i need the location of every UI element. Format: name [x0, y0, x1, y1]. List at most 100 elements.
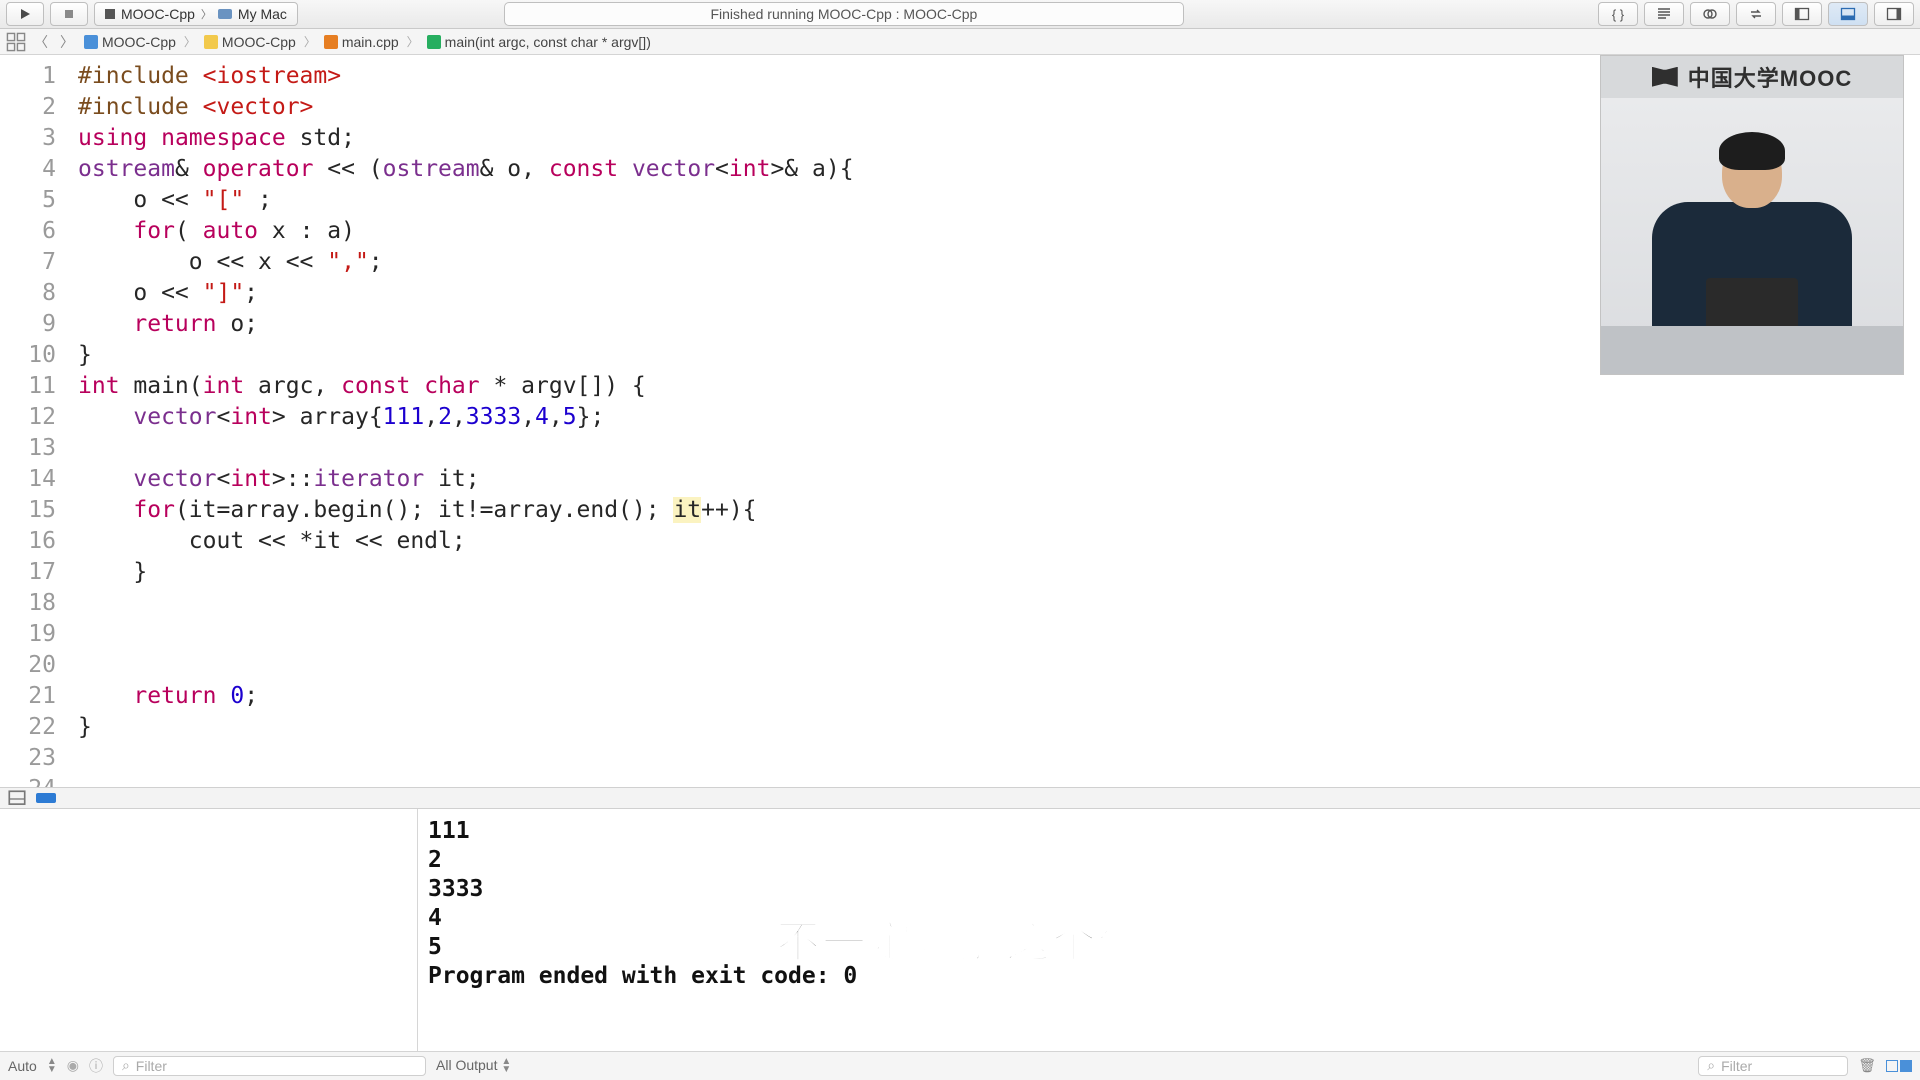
- rings-icon: [1702, 6, 1718, 22]
- debug-bar: [0, 787, 1920, 809]
- info-icon[interactable]: ⓘ: [89, 1056, 103, 1076]
- code-token: ;: [244, 280, 258, 306]
- code-token: int: [230, 404, 272, 430]
- panel-bottom-icon: [1840, 6, 1856, 22]
- code-token: ,: [452, 404, 466, 430]
- nav-back-button[interactable]: 〈: [30, 32, 52, 52]
- code-token-highlighted: it: [673, 497, 701, 523]
- crumb-folder[interactable]: MOOC-Cpp: [202, 34, 298, 50]
- crumb-symbol[interactable]: main(int argc, const char * argv[]): [425, 34, 653, 50]
- output-selector[interactable]: All Output ▲▼: [436, 1057, 511, 1074]
- code-token: "[": [203, 187, 245, 213]
- visibility-icon[interactable]: ◉: [67, 1057, 79, 1074]
- panel-right-icon: [1886, 6, 1902, 22]
- code-token: auto: [203, 218, 258, 244]
- code-token: vector: [632, 156, 715, 182]
- jump-bar: 〈 〉 MOOC-Cpp 〉 MOOC-Cpp 〉 main.cpp 〉 mai…: [0, 29, 1920, 54]
- code-token: ,: [549, 404, 563, 430]
- toggle-breakpoints-button[interactable]: [8, 791, 26, 805]
- code-token: iterator: [313, 466, 424, 492]
- lines-icon: [1656, 6, 1672, 22]
- crumb-label: MOOC-Cpp: [102, 34, 176, 50]
- code-token: ,: [424, 404, 438, 430]
- status-text: Finished running MOOC-Cpp : MOOC-Cpp: [710, 6, 977, 22]
- crumb-separator: 〉: [302, 33, 318, 50]
- stepper-icon[interactable]: ▲▼: [47, 1058, 57, 1074]
- auto-label[interactable]: Auto: [8, 1058, 37, 1074]
- chevron-right-icon: 〉: [201, 6, 212, 22]
- console-filter-input[interactable]: ⌕ Filter: [1698, 1056, 1848, 1076]
- code-token: int: [729, 156, 771, 182]
- standard-editor-button[interactable]: [1644, 2, 1684, 26]
- code-token: 3333: [466, 404, 521, 430]
- code-token: [78, 497, 133, 523]
- code-token: * argv[]) {: [480, 373, 646, 399]
- code-token: <: [715, 156, 729, 182]
- code-token: o <<: [78, 280, 203, 306]
- code-token: >& a){: [770, 156, 853, 182]
- console-output[interactable]: 111 2 3333 4 5 Program ended with exit c…: [418, 809, 1920, 1051]
- related-items-button[interactable]: [6, 33, 26, 51]
- run-button[interactable]: [6, 2, 44, 26]
- toggle-inspector-button[interactable]: [1874, 2, 1914, 26]
- mooc-logo: 中国大学MOOC: [1601, 56, 1903, 98]
- trash-icon[interactable]: 🗑: [1858, 1057, 1876, 1074]
- line-gutter: 123456789101112131415161718192021222324: [0, 55, 68, 787]
- code-token: }: [78, 714, 92, 740]
- code-token: ;: [244, 683, 258, 709]
- assistant-editor-button[interactable]: [1690, 2, 1730, 26]
- folder-icon: [204, 35, 218, 49]
- version-editor-button[interactable]: [1736, 2, 1776, 26]
- output-selector-label: All Output: [436, 1057, 497, 1073]
- code-token: #include: [78, 63, 203, 89]
- code-token: for: [133, 497, 175, 523]
- code-token: [78, 311, 133, 337]
- code-token: ,: [521, 404, 535, 430]
- code-token: >::: [272, 466, 314, 492]
- toggle-debug-button[interactable]: [1828, 2, 1868, 26]
- scheme-selector[interactable]: MOOC-Cpp 〉 My Mac: [94, 2, 298, 26]
- crumb-file[interactable]: main.cpp: [322, 34, 401, 50]
- variables-pane[interactable]: [0, 809, 418, 1051]
- code-token: 0: [230, 683, 244, 709]
- code-token: const: [549, 156, 632, 182]
- bottom-bar: Auto ▲▼ ◉ ⓘ ⌕ Filter All Output ▲▼ ⌕ Fil…: [0, 1051, 1920, 1080]
- code-token: main(: [133, 373, 202, 399]
- code-token: namespace: [161, 125, 286, 151]
- code-token: return: [133, 683, 230, 709]
- toggle-navigator-button[interactable]: [1782, 2, 1822, 26]
- editor-options-button[interactable]: { }: [1598, 2, 1638, 26]
- code-token: ;: [369, 249, 383, 275]
- code-token: 4: [535, 404, 549, 430]
- variables-filter-input[interactable]: ⌕ Filter: [113, 1056, 426, 1076]
- play-icon: [19, 8, 31, 20]
- stop-button[interactable]: [50, 2, 88, 26]
- video-overlay: 中国大学MOOC: [1600, 55, 1904, 375]
- console-line: 4: [428, 905, 442, 931]
- code-token: }: [78, 559, 147, 585]
- pane-toggle-buttons[interactable]: [1886, 1060, 1912, 1072]
- crumb-project[interactable]: MOOC-Cpp: [82, 34, 178, 50]
- code-token: vector: [133, 404, 216, 430]
- braces-icon: { }: [1612, 7, 1624, 22]
- code-token: o <<: [78, 187, 203, 213]
- code-token: return: [133, 311, 216, 337]
- code-token: o << x <<: [78, 249, 327, 275]
- code-token: <: [216, 466, 230, 492]
- filter-placeholder: Filter: [136, 1058, 167, 1074]
- chevron-right-icon: 〉: [60, 32, 74, 52]
- code-token: ",": [327, 249, 369, 275]
- nav-forward-button[interactable]: 〉: [56, 32, 78, 52]
- app-icon: [105, 9, 115, 19]
- code-token: const: [341, 373, 424, 399]
- code-token: << (: [313, 156, 382, 182]
- code-token: <vector>: [203, 94, 314, 120]
- debug-area: 111 2 3333 4 5 Program ended with exit c…: [0, 809, 1920, 1051]
- toolbar-right: { }: [1598, 2, 1914, 26]
- presenter-video: [1601, 98, 1903, 374]
- code-token: > array{: [272, 404, 383, 430]
- code-token: using: [78, 125, 161, 151]
- code-token: [78, 683, 133, 709]
- code-token: &: [175, 156, 203, 182]
- arrows-icon: [1748, 6, 1764, 22]
